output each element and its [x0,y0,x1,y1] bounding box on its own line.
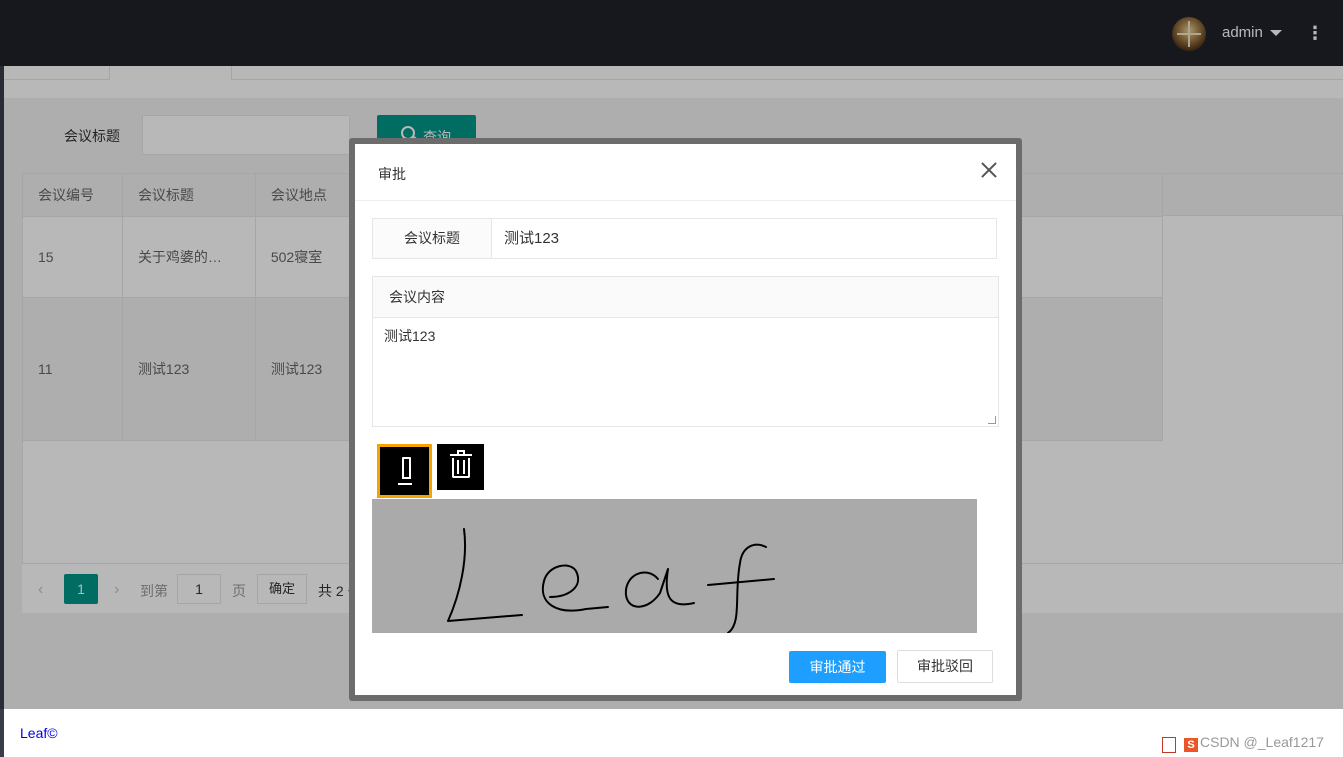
meeting-title-input[interactable]: 测试123 [504,219,559,258]
csdn-logo-icon: S [1184,738,1198,752]
pdf-icon [1162,737,1176,753]
reject-button[interactable]: 审批驳回 [897,650,993,683]
footer: Leaf© S CSDN @_Leaf1217 [4,709,1343,757]
signature-drawing [447,528,775,633]
field-label: 会议标题 [373,219,492,258]
pen-icon [402,457,411,479]
meeting-content-textarea[interactable]: 测试123 [384,326,435,346]
clear-signature-button[interactable] [437,444,484,490]
meeting-content-field: 会议内容 测试123 [372,276,999,427]
footer-brand[interactable]: Leaf© [20,725,58,741]
watermark: CSDN @_Leaf1217 [1200,734,1324,750]
close-icon[interactable] [979,160,999,180]
approval-dialog: 审批 会议标题 测试123 会议内容 测试123 审批通过 审批驳回 [355,144,1016,695]
pen-underline [398,483,412,485]
field-label: 会议内容 [373,277,998,318]
resize-handle-icon[interactable] [988,416,996,424]
pen-tool-button[interactable] [377,444,432,498]
divider [355,200,1016,201]
approve-button[interactable]: 审批通过 [789,651,886,683]
meeting-title-field: 会议标题 测试123 [372,218,997,259]
signature-canvas[interactable] [372,499,977,633]
dialog-title: 审批 [378,166,406,182]
